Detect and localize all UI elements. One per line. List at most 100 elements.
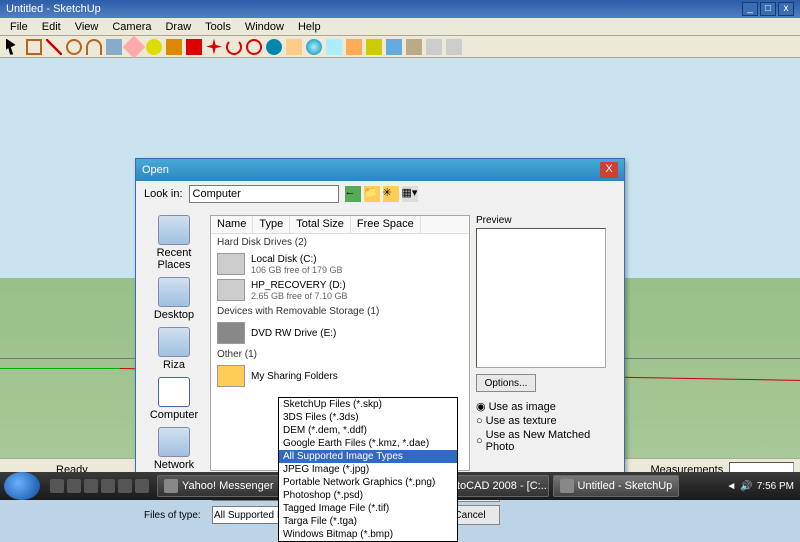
- zoom-extents-tool-icon[interactable]: [326, 39, 342, 55]
- tool-icon[interactable]: [446, 39, 462, 55]
- close-button[interactable]: x: [778, 2, 794, 16]
- window-titlebar: Untitled - SketchUp _ □ x: [0, 0, 800, 18]
- hdd-icon: [217, 279, 245, 301]
- filetype-option[interactable]: Targa File (*.tga): [279, 515, 457, 528]
- filetype-option[interactable]: Google Earth Files (*.kmz, *.dae): [279, 437, 457, 450]
- drive-d[interactable]: HP_RECOVERY (D:)2.65 GB free of 7.10 GB: [211, 277, 469, 303]
- filetype-option[interactable]: DEM (*.dem, *.ddf): [279, 424, 457, 437]
- tray-icon[interactable]: 🔊: [740, 481, 752, 492]
- file-columns: Name Type Total Size Free Space: [211, 216, 469, 234]
- filetype-option[interactable]: Tagged Image File (*.tif): [279, 502, 457, 515]
- filetype-option[interactable]: SketchUp Files (*.skp): [279, 398, 457, 411]
- menu-edit[interactable]: Edit: [36, 20, 67, 33]
- tool-icon[interactable]: [426, 39, 442, 55]
- pushpull-tool-icon[interactable]: [186, 39, 202, 55]
- task-sketchup[interactable]: Untitled - SketchUp: [553, 475, 680, 497]
- dialog-title: Open: [142, 164, 169, 176]
- look-in-combo[interactable]: [189, 185, 339, 203]
- group-other: Other (1): [211, 346, 469, 363]
- sharing-folder[interactable]: My Sharing Folders: [211, 363, 469, 389]
- maximize-button[interactable]: □: [760, 2, 776, 16]
- menu-tools[interactable]: Tools: [199, 20, 237, 33]
- preview-box: [476, 228, 606, 368]
- ql-icon[interactable]: [118, 479, 132, 493]
- up-icon[interactable]: 📁: [364, 186, 380, 202]
- look-in-label: Look in:: [144, 188, 183, 200]
- minimize-button[interactable]: _: [742, 2, 758, 16]
- folder-icon: [217, 365, 245, 387]
- menu-file[interactable]: File: [4, 20, 34, 33]
- filetype-dropdown[interactable]: SketchUp Files (*.skp) 3DS Files (*.3ds)…: [278, 397, 458, 542]
- line-tool-icon[interactable]: [46, 39, 62, 55]
- back-icon[interactable]: ←: [345, 186, 361, 202]
- ql-icon[interactable]: [67, 479, 81, 493]
- menu-camera[interactable]: Camera: [106, 20, 157, 33]
- tool-icon[interactable]: [406, 39, 422, 55]
- eraser-tool-icon[interactable]: [123, 35, 146, 58]
- clock[interactable]: 7:56 PM: [757, 481, 794, 492]
- system-tray[interactable]: ◄ 🔊 7:56 PM: [720, 481, 800, 492]
- move-tool-icon[interactable]: [206, 39, 222, 55]
- place-recent[interactable]: Recent Places: [144, 215, 204, 271]
- select-tool-icon[interactable]: [6, 39, 22, 55]
- window-title: Untitled - SketchUp: [6, 3, 101, 15]
- toolbar: [0, 36, 800, 58]
- paint-tool-icon[interactable]: [166, 39, 182, 55]
- sys-buttons: _ □ x: [742, 2, 794, 16]
- filetype-option[interactable]: 3DS Files (*.3ds): [279, 411, 457, 424]
- pan-tool-icon[interactable]: [286, 39, 302, 55]
- orbit-tool-icon[interactable]: [266, 39, 282, 55]
- menu-view[interactable]: View: [69, 20, 105, 33]
- preview-pane: Preview Options... ◉Use as image ○Use as…: [476, 215, 606, 471]
- filetype-option[interactable]: Windows Bitmap (*.bmp): [279, 528, 457, 541]
- dialog-close-icon[interactable]: X: [600, 162, 618, 178]
- tool-icon[interactable]: [346, 39, 362, 55]
- filetype-option[interactable]: Photoshop (*.psd): [279, 489, 457, 502]
- ql-icon[interactable]: [50, 479, 64, 493]
- rotate-tool-icon[interactable]: [226, 39, 242, 55]
- filetype-option[interactable]: Portable Network Graphics (*.png): [279, 476, 457, 489]
- tool-icon[interactable]: [386, 39, 402, 55]
- radio-matched[interactable]: ○Use as New Matched Photo: [476, 429, 606, 453]
- options-button[interactable]: Options...: [476, 374, 536, 392]
- newfolder-icon[interactable]: ✳: [383, 186, 399, 202]
- ql-icon[interactable]: [135, 479, 149, 493]
- drive-dvd[interactable]: DVD RW Drive (E:): [211, 320, 469, 346]
- menubar: File Edit View Camera Draw Tools Window …: [0, 18, 800, 36]
- radio-texture[interactable]: ○Use as texture: [476, 415, 606, 427]
- hdd-icon: [217, 253, 245, 275]
- offset-tool-icon[interactable]: [246, 39, 262, 55]
- quick-launch: [50, 479, 149, 493]
- tray-icon[interactable]: ◄: [726, 481, 736, 492]
- group-removable: Devices with Removable Storage (1): [211, 303, 469, 320]
- ql-icon[interactable]: [84, 479, 98, 493]
- place-computer[interactable]: Computer: [150, 377, 198, 421]
- component-tool-icon[interactable]: [106, 39, 122, 55]
- circle-tool-icon[interactable]: [66, 39, 82, 55]
- tool-icon[interactable]: [366, 39, 382, 55]
- arc-tool-icon[interactable]: [86, 39, 102, 55]
- preview-label: Preview: [476, 215, 606, 226]
- filetype-option-selected[interactable]: All Supported Image Types: [279, 450, 457, 463]
- filetype-label: Files of type:: [144, 510, 204, 521]
- tape-tool-icon[interactable]: [146, 39, 162, 55]
- place-user[interactable]: Riza: [158, 327, 190, 371]
- menu-help[interactable]: Help: [292, 20, 327, 33]
- filetype-option[interactable]: JPEG Image (*.jpg): [279, 463, 457, 476]
- place-desktop[interactable]: Desktop: [154, 277, 194, 321]
- look-in-row: Look in: ← 📁 ✳ ▦▾: [136, 181, 624, 207]
- dvd-icon: [217, 322, 245, 344]
- viewmenu-icon[interactable]: ▦▾: [402, 186, 418, 202]
- zoom-tool-icon[interactable]: [306, 39, 322, 55]
- menu-draw[interactable]: Draw: [159, 20, 197, 33]
- place-network[interactable]: Network: [154, 427, 194, 471]
- task-yahoo[interactable]: Yahoo! Messenger: [157, 475, 281, 497]
- drive-c[interactable]: Local Disk (C:)106 GB free of 179 GB: [211, 251, 469, 277]
- radio-image[interactable]: ◉Use as image: [476, 400, 606, 413]
- start-orb-icon[interactable]: [4, 472, 40, 500]
- menu-window[interactable]: Window: [239, 20, 290, 33]
- group-hdd: Hard Disk Drives (2): [211, 234, 469, 251]
- rectangle-tool-icon[interactable]: [26, 39, 42, 55]
- ql-icon[interactable]: [101, 479, 115, 493]
- app-icon: [560, 479, 574, 493]
